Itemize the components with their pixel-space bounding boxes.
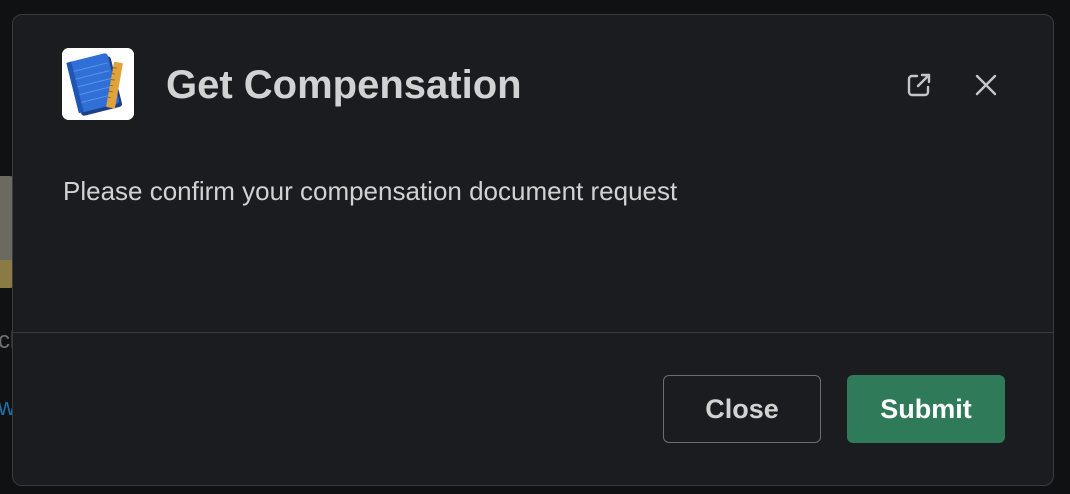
confirmation-message: Please confirm your compensation documen… <box>63 176 678 206</box>
notebook-ruler-icon <box>62 48 134 120</box>
modal-dialog: Get Compensation Please confirm your com… <box>12 14 1054 486</box>
open-in-new-window-button[interactable] <box>899 65 939 105</box>
close-button[interactable]: Close <box>663 375 821 443</box>
footer-divider <box>13 332 1053 333</box>
close-icon <box>975 74 997 96</box>
external-link-icon <box>907 73 931 97</box>
modal-title: Get Compensation <box>166 63 522 107</box>
close-dialog-button[interactable] <box>966 65 1006 105</box>
background-text: ch <box>0 327 12 354</box>
background-link: w <box>0 394 12 421</box>
submit-button[interactable]: Submit <box>847 375 1005 443</box>
